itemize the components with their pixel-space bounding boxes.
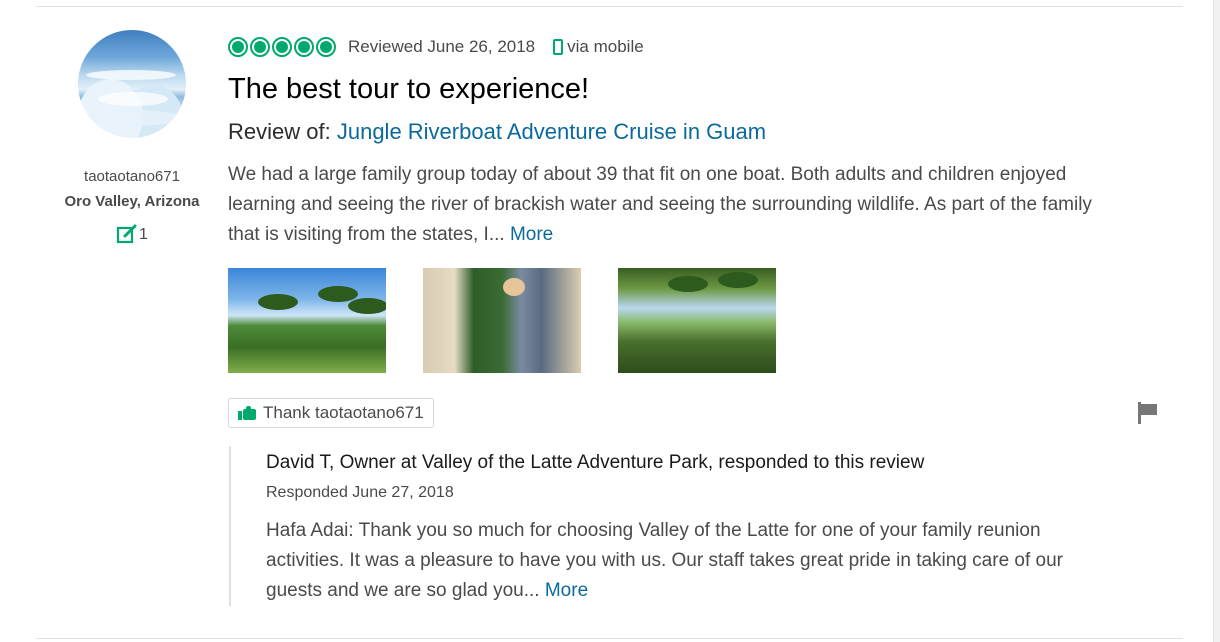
mobile-icon (553, 39, 564, 55)
review-title[interactable]: The best tour to experience! (228, 72, 1183, 106)
response-body: Hafa Adai: Thank you so much for choosin… (266, 516, 1096, 606)
review-of-label: Review of: (228, 119, 331, 144)
user-location: Oro Valley, Arizona (64, 193, 200, 210)
response-date: Responded June 27, 2018 (266, 484, 454, 501)
jungle-palms-photo[interactable] (228, 268, 386, 373)
rating-bubble-icon (272, 37, 292, 57)
owner-response: David T, Owner at Valley of the Latte Ad… (229, 446, 1183, 606)
contributions-badge: 1 (36, 224, 228, 244)
username[interactable]: taotaotano671 (36, 168, 228, 185)
review-of-link[interactable]: Jungle Riverboat Adventure Cruise in Gua… (337, 119, 766, 144)
jungle-river-photo[interactable] (618, 268, 776, 373)
avatar[interactable] (78, 30, 186, 138)
review-content: Reviewed June 26, 2018 via mobile The be… (228, 32, 1183, 606)
rating-bubbles (228, 37, 336, 57)
review-count-icon (116, 224, 137, 244)
review-of: Review of: Jungle Riverboat Adventure Cr… (228, 118, 1183, 146)
top-divider (36, 6, 1183, 7)
scrollbar[interactable] (1213, 0, 1220, 642)
thank-button[interactable]: Thank taotaotano671 (228, 398, 434, 428)
rating-bubble-icon (250, 37, 270, 57)
via-mobile-label: via mobile (567, 37, 644, 56)
review-date: Reviewed June 26, 2018 (348, 37, 536, 56)
thumbs-up-icon (238, 406, 256, 420)
rating-bubble-icon (294, 37, 314, 57)
family-on-boat-photo[interactable] (423, 268, 581, 373)
rating-bubble-icon (316, 37, 336, 57)
contributions-count: 1 (139, 226, 148, 243)
response-more-link[interactable]: More (545, 580, 588, 601)
member-info: taotaotano671 Oro Valley, Arizona 1 (36, 30, 228, 244)
review-body: We had a large family group today of abo… (228, 160, 1098, 250)
review-body-text: We had a large family group today of abo… (228, 164, 1092, 245)
rating-bubble-icon (228, 37, 248, 57)
review-meta: Reviewed June 26, 2018 via mobile (228, 32, 1183, 62)
review-more-link[interactable]: More (510, 224, 553, 245)
review-photos (228, 268, 1183, 373)
report-flag-icon[interactable] (1138, 402, 1158, 424)
response-header: David T, Owner at Valley of the Latte Ad… (266, 452, 925, 473)
review-actions: Thank taotaotano671 (228, 398, 1158, 428)
bottom-divider (36, 638, 1183, 639)
response-body-text: Hafa Adai: Thank you so much for choosin… (266, 520, 1063, 601)
thank-button-label: Thank taotaotano671 (263, 403, 424, 422)
